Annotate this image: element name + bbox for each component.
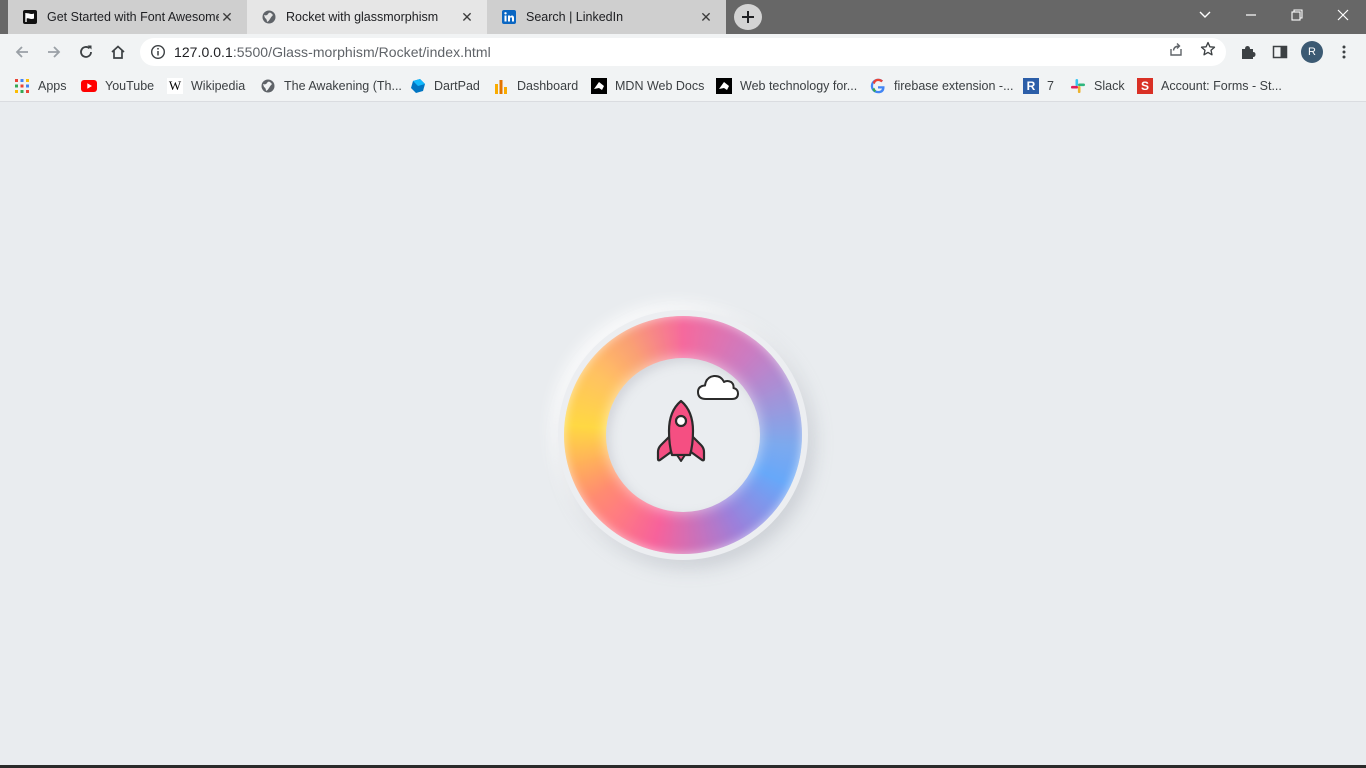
kebab-menu-icon xyxy=(1342,45,1346,59)
bookmark-label: Dashboard xyxy=(517,79,579,93)
bookmark-label: Apps xyxy=(38,79,67,93)
bookmarks-bar: Apps YouTube W Wikipedia The Awakening (… xyxy=(0,70,1366,102)
flag-icon xyxy=(22,9,38,25)
tab-title: Get Started with Font Awesome xyxy=(47,10,219,24)
bookmark-youtube[interactable]: YouTube xyxy=(81,76,154,96)
home-button[interactable] xyxy=(104,38,132,66)
bookmark-dashboard[interactable]: Dashboard xyxy=(493,76,578,96)
rocket-icon xyxy=(656,399,706,462)
star-icon xyxy=(1200,41,1216,56)
bookmark-label: Account: Forms - St... xyxy=(1161,79,1282,93)
bookmark-label: Web technology for... xyxy=(740,79,858,93)
bookmark-dartpad[interactable]: DartPad xyxy=(410,76,480,96)
tab-search-button[interactable] xyxy=(1182,0,1228,30)
side-panel-icon xyxy=(1272,45,1288,59)
bookmark-label: firebase extension -... xyxy=(894,79,1014,93)
close-tab-icon[interactable]: ✕ xyxy=(698,9,714,25)
tab-font-awesome[interactable]: Get Started with Font Awesome ✕ xyxy=(8,0,247,34)
home-icon xyxy=(111,45,125,59)
tab-strip: Get Started with Font Awesome ✕ Rocket w… xyxy=(0,0,1366,34)
arrow-left-icon xyxy=(15,46,28,58)
minimize-button[interactable] xyxy=(1228,0,1274,30)
close-icon xyxy=(1337,9,1349,21)
bookmark-label: 7 xyxy=(1047,79,1054,93)
arrow-right-icon xyxy=(48,46,61,58)
site-info-icon[interactable] xyxy=(149,43,167,61)
bookmark-label: Slack xyxy=(1094,79,1125,93)
menu-button[interactable] xyxy=(1330,38,1358,66)
share-icon xyxy=(1170,43,1182,56)
mdn-icon xyxy=(716,78,732,94)
dartpad-icon xyxy=(410,78,426,94)
tab-rocket[interactable]: Rocket with glassmorphism ✕ xyxy=(247,0,487,34)
bookmark-apps[interactable]: Apps xyxy=(14,76,67,96)
google-icon xyxy=(870,78,886,94)
tab-title: Rocket with glassmorphism xyxy=(286,10,439,24)
close-window-button[interactable] xyxy=(1320,0,1366,30)
side-panel-button[interactable] xyxy=(1266,38,1294,66)
restore-button[interactable] xyxy=(1274,0,1320,30)
new-tab-button[interactable] xyxy=(734,4,762,30)
chevron-down-icon xyxy=(1199,11,1211,18)
extensions-button[interactable] xyxy=(1234,38,1262,66)
globe-icon xyxy=(260,78,276,94)
tab-title: Search | LinkedIn xyxy=(526,10,624,24)
youtube-icon xyxy=(81,78,97,94)
bookmark-firebase[interactable]: firebase extension -... xyxy=(870,76,1014,96)
globe-icon xyxy=(261,9,277,25)
bookmark-7[interactable]: R 7 xyxy=(1023,76,1054,96)
bookmark-web-technology[interactable]: Web technology for... xyxy=(716,76,857,96)
dashboard-icon xyxy=(493,78,509,94)
linkedin-icon xyxy=(501,9,517,25)
bookmark-label: The Awakening (Th... xyxy=(284,79,402,93)
bookmark-label: DartPad xyxy=(434,79,480,93)
url-text: 127.0.0.1:5500/Glass-morphism/Rocket/ind… xyxy=(174,44,491,60)
close-tab-icon[interactable]: ✕ xyxy=(459,9,475,25)
share-button[interactable] xyxy=(1165,38,1187,60)
tab-linkedin[interactable]: Search | LinkedIn ✕ xyxy=(487,0,726,34)
restore-icon xyxy=(1291,9,1303,21)
page-viewport xyxy=(0,103,1366,768)
bookmark-awakening[interactable]: The Awakening (Th... xyxy=(260,76,402,96)
url-host: 127.0.0.1 xyxy=(174,44,233,60)
bookmark-slack[interactable]: Slack xyxy=(1070,76,1125,96)
glass-ring-container xyxy=(558,310,808,560)
close-tab-icon[interactable]: ✕ xyxy=(219,9,235,25)
bookmark-wikipedia[interactable]: W Wikipedia xyxy=(167,76,245,96)
bookmark-label: YouTube xyxy=(105,79,155,93)
r-icon: R xyxy=(1023,78,1039,94)
address-bar[interactable]: 127.0.0.1:5500/Glass-morphism/Rocket/ind… xyxy=(140,38,1226,66)
forward-button[interactable] xyxy=(40,38,68,66)
mdn-icon xyxy=(591,78,607,94)
slack-icon xyxy=(1070,78,1086,94)
bookmark-label: Wikipedia xyxy=(191,79,246,93)
puzzle-icon xyxy=(1242,46,1256,59)
profile-avatar[interactable]: R xyxy=(1301,41,1323,63)
bookmark-star-button[interactable] xyxy=(1197,38,1219,60)
plus-icon xyxy=(742,11,754,23)
bookmark-label: MDN Web Docs xyxy=(615,79,705,93)
bookmark-account-forms[interactable]: S Account: Forms - St... xyxy=(1137,76,1282,96)
apps-grid-icon xyxy=(14,78,30,94)
bookmark-mdn[interactable]: MDN Web Docs xyxy=(591,76,704,96)
url-path: :5500/Glass-morphism/Rocket/index.html xyxy=(232,44,491,60)
reload-button[interactable] xyxy=(72,38,100,66)
browser-toolbar: 127.0.0.1:5500/Glass-morphism/Rocket/ind… xyxy=(0,34,1366,70)
minimize-icon xyxy=(1246,14,1256,16)
reload-icon xyxy=(80,45,92,58)
wikipedia-icon: W xyxy=(167,78,183,94)
back-button[interactable] xyxy=(8,38,36,66)
s-icon: S xyxy=(1137,78,1153,94)
